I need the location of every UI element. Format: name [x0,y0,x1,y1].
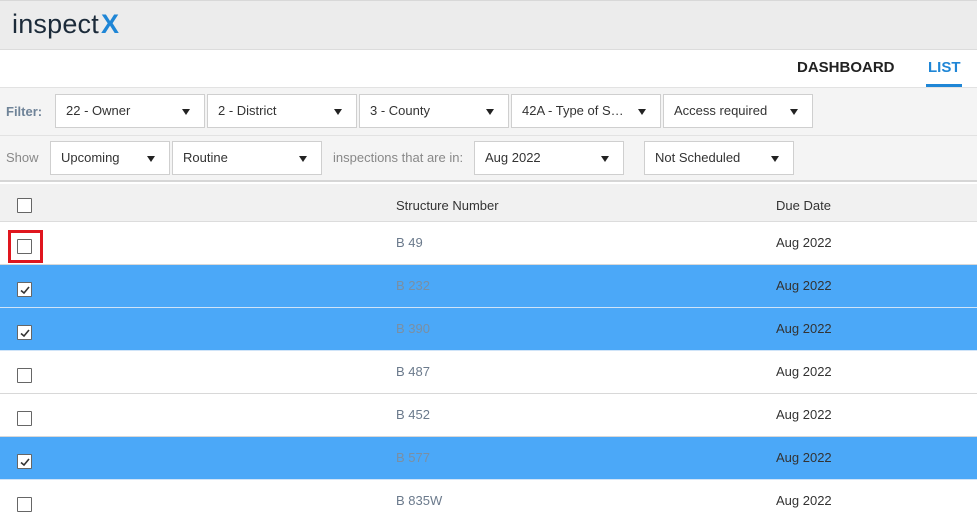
chevron-down-icon [299,156,307,162]
filter-label: Filter: [6,104,43,119]
kind-dropdown[interactable]: Routine [172,141,322,175]
type-dropdown[interactable]: 42A - Type of S… [511,94,661,128]
due-date-cell: Aug 2022 [776,493,832,508]
schedule-dropdown[interactable]: Not Scheduled [644,141,794,175]
table-row[interactable]: B 232 Aug 2022 [0,265,977,308]
chevron-down-icon [486,109,494,115]
table-row[interactable]: B 390 Aug 2022 [0,308,977,351]
show-bar: Show Upcoming Routine inspections that a… [0,136,977,182]
row-checkbox[interactable] [17,411,32,426]
due-date-cell: Aug 2022 [776,450,832,465]
check-icon [20,286,30,295]
structure-number-cell[interactable]: B 390 [396,321,430,336]
filter-bar: Filter: 22 - Owner 2 - District 3 - Coun… [0,88,977,136]
table-header: Structure Number Due Date [0,184,977,222]
chevron-down-icon [790,109,798,115]
due-date-cell: Aug 2022 [776,364,832,379]
chevron-down-icon [601,156,609,162]
check-icon [20,329,30,338]
select-all-checkbox[interactable] [17,198,32,213]
owner-dropdown[interactable]: 22 - Owner [55,94,205,128]
nav-bar: DASHBOARD LIST [0,50,977,88]
month-dropdown[interactable]: Aug 2022 [474,141,624,175]
table-row[interactable]: B 452 Aug 2022 [0,394,977,437]
tab-dashboard[interactable]: DASHBOARD [797,59,895,76]
row-checkbox[interactable] [17,239,32,254]
timing-dropdown[interactable]: Upcoming [50,141,170,175]
due-date-cell: Aug 2022 [776,321,832,336]
chevron-down-icon [147,156,155,162]
inspections-label: inspections that are in: [333,150,464,165]
structure-number-header[interactable]: Structure Number [396,198,499,213]
due-date-cell: Aug 2022 [776,235,832,250]
row-checkbox[interactable] [17,497,32,512]
structure-number-cell[interactable]: B 49 [396,235,423,250]
structure-number-cell[interactable]: B 232 [396,278,430,293]
structure-number-cell[interactable]: B 452 [396,407,430,422]
show-label: Show [6,150,39,165]
chevron-down-icon [334,109,342,115]
chevron-down-icon [182,109,190,115]
row-checkbox[interactable] [17,454,32,469]
table-row[interactable]: B 49 Aug 2022 [0,222,977,265]
tab-list[interactable]: LIST [928,59,961,76]
app-header: inspectX [0,0,977,50]
table-row[interactable]: B 835W Aug 2022 [0,480,977,520]
table-row[interactable]: B 487 Aug 2022 [0,351,977,394]
access-dropdown[interactable]: Access required [663,94,813,128]
structure-number-cell[interactable]: B 577 [396,450,430,465]
logo: inspectX [12,9,120,39]
row-checkbox[interactable] [17,325,32,340]
active-tab-indicator [926,84,962,87]
chevron-down-icon [638,109,646,115]
due-date-header[interactable]: Due Date [776,198,831,213]
due-date-cell: Aug 2022 [776,278,832,293]
row-checkbox[interactable] [17,282,32,297]
structure-number-cell[interactable]: B 835W [396,493,442,508]
table-row[interactable]: B 577 Aug 2022 [0,437,977,480]
check-icon [20,458,30,467]
chevron-down-icon [771,156,779,162]
row-checkbox[interactable] [17,368,32,383]
county-dropdown[interactable]: 3 - County [359,94,509,128]
due-date-cell: Aug 2022 [776,407,832,422]
district-dropdown[interactable]: 2 - District [207,94,357,128]
structure-number-cell[interactable]: B 487 [396,364,430,379]
